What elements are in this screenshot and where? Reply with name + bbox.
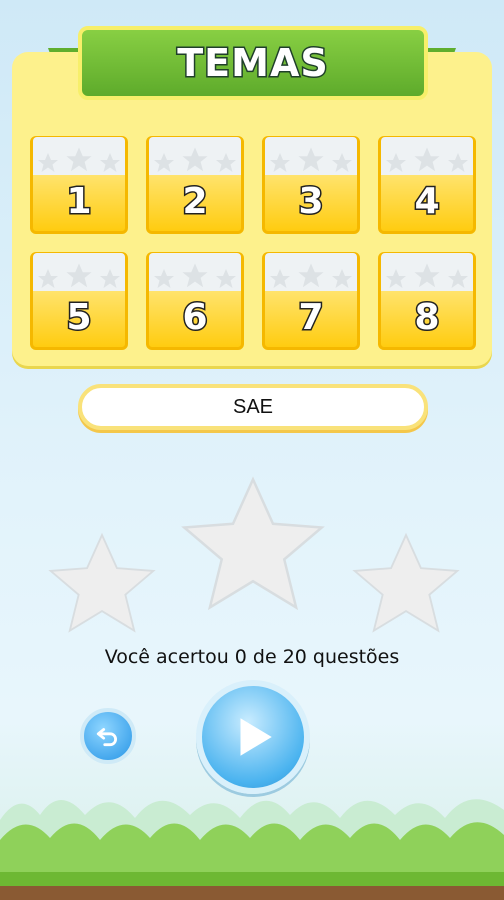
- star-icon: [66, 147, 92, 172]
- back-button[interactable]: [80, 708, 136, 764]
- tile-number: 7: [297, 296, 325, 340]
- theme-tile-8[interactable]: 8: [378, 252, 476, 350]
- tile-stars: [265, 253, 357, 291]
- star-icon: [270, 269, 290, 288]
- tile-stars: [33, 137, 125, 175]
- theme-tile-2[interactable]: 2: [146, 136, 244, 234]
- page-title: TEMAS: [176, 40, 329, 87]
- star-icon: [298, 263, 324, 288]
- star-icon: [100, 269, 120, 288]
- theme-tile-7[interactable]: 7: [262, 252, 360, 350]
- star-icon: [38, 153, 58, 172]
- result-star-center-icon: [181, 476, 325, 611]
- tile-number: 2: [181, 180, 209, 224]
- star-icon: [154, 153, 174, 172]
- star-icon: [216, 153, 236, 172]
- star-icon: [100, 153, 120, 172]
- star-icon: [270, 153, 290, 172]
- star-icon: [386, 269, 406, 288]
- star-icon: [414, 147, 440, 172]
- tile-stars: [33, 253, 125, 291]
- tile-stars: [381, 137, 473, 175]
- play-icon: [240, 718, 272, 756]
- tile-stars: [381, 253, 473, 291]
- theme-tile-5[interactable]: 5: [30, 252, 128, 350]
- tile-number: 3: [297, 180, 325, 224]
- play-button[interactable]: [196, 680, 310, 794]
- theme-tile-6[interactable]: 6: [146, 252, 244, 350]
- star-icon: [154, 269, 174, 288]
- star-icon: [332, 269, 352, 288]
- star-icon: [414, 263, 440, 288]
- theme-tile-1[interactable]: 1: [30, 136, 128, 234]
- star-icon: [298, 147, 324, 172]
- subject-label: SAE: [78, 384, 428, 430]
- score-text: Você acertou 0 de 20 questões: [104, 646, 400, 668]
- star-icon: [182, 147, 208, 172]
- tile-number: 1: [65, 180, 93, 224]
- star-icon: [182, 263, 208, 288]
- result-star-right-icon: [352, 532, 460, 633]
- title-banner: TEMAS: [78, 26, 428, 100]
- star-icon: [66, 263, 92, 288]
- result-star-left-icon: [48, 532, 156, 633]
- tile-number: 8: [413, 296, 441, 340]
- star-icon: [216, 269, 236, 288]
- star-icon: [332, 153, 352, 172]
- tile-number: 4: [413, 180, 441, 224]
- theme-tile-3[interactable]: 3: [262, 136, 360, 234]
- undo-arrow-icon: [96, 728, 117, 747]
- tile-number: 6: [181, 296, 209, 340]
- tile-stars: [265, 137, 357, 175]
- theme-tile-4[interactable]: 4: [378, 136, 476, 234]
- star-icon: [38, 269, 58, 288]
- star-icon: [448, 153, 468, 172]
- star-icon: [448, 269, 468, 288]
- star-icon: [386, 153, 406, 172]
- tile-stars: [149, 253, 241, 291]
- grass-ground-decoration: [0, 799, 504, 900]
- tile-stars: [149, 137, 241, 175]
- tile-number: 5: [65, 296, 93, 340]
